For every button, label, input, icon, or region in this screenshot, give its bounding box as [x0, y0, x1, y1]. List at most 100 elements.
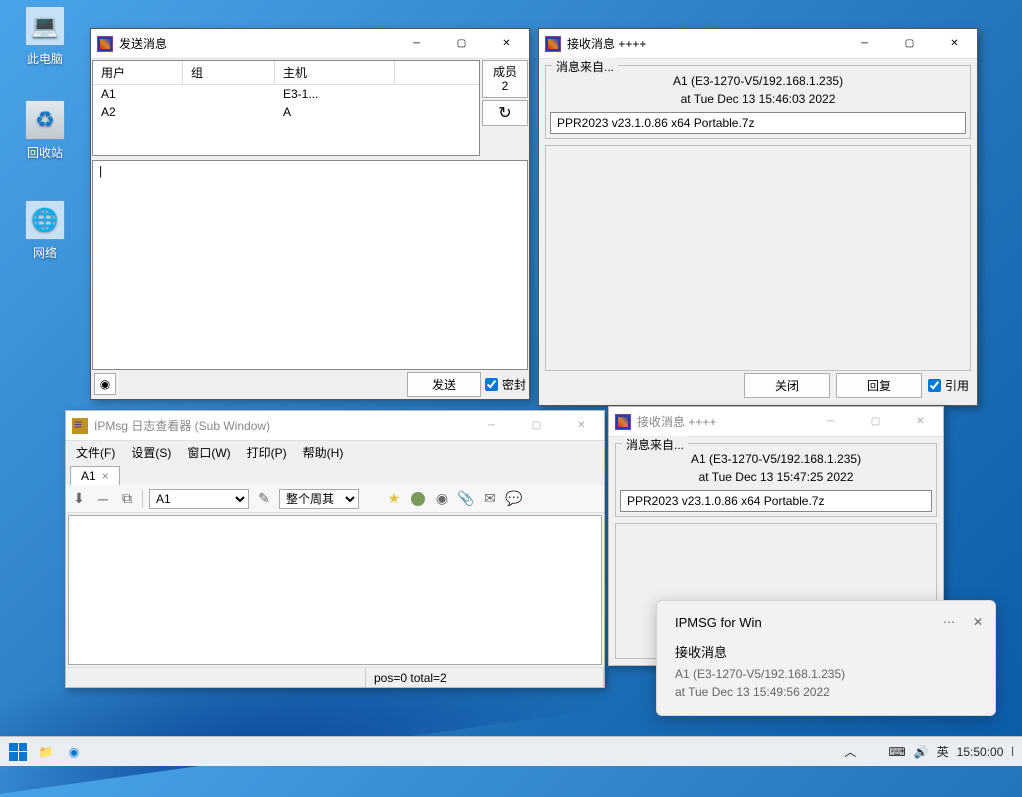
desktop-icon-label: 此电脑: [27, 50, 63, 67]
window-title: IPMsg 日志查看器 (Sub Window): [94, 417, 469, 434]
tray-ime-icon[interactable]: ⌨: [888, 745, 905, 759]
minus-icon[interactable]: ─: [94, 490, 112, 508]
copy-icon[interactable]: ⧉: [118, 490, 136, 508]
refresh-button[interactable]: ↻: [482, 100, 528, 126]
tab-a1[interactable]: A1 ×: [70, 466, 120, 485]
desktop-icon-label: 回收站: [27, 144, 63, 161]
mail-icon[interactable]: ✉: [481, 490, 499, 508]
toolbar: ⬇ ─ ⧉ A1 ✎ 整个周其 ★ ◉ 📎 ✉ 💬: [66, 485, 604, 513]
desktop-icon-label: 网络: [33, 244, 57, 261]
received-message-area[interactable]: [545, 145, 971, 371]
camera-icon[interactable]: ◉: [94, 373, 116, 395]
taskbar: 📁 ◉ ︿ ⌨ 🔊 英 15:50:00 |: [0, 736, 1022, 766]
tray-chevron-icon[interactable]: ︿: [844, 743, 856, 760]
send-button[interactable]: 发送: [407, 372, 481, 397]
toast-close-icon[interactable]: ✕: [973, 615, 983, 629]
log-content-area[interactable]: [68, 515, 602, 665]
receive-message-window: 接收消息 ++++ ─ ▢ ✕ 消息来自... A1 (E3-1270-V5/1…: [538, 28, 978, 406]
from-timestamp: at Tue Dec 13 15:47:25 2022: [620, 468, 932, 486]
close-button[interactable]: ✕: [932, 29, 977, 58]
ipmsg-icon: [97, 36, 113, 52]
desktop-icon-recycle-bin[interactable]: 回收站: [20, 100, 70, 161]
file-explorer-icon[interactable]: 📁: [32, 738, 60, 766]
tray-clock[interactable]: 15:50:00: [957, 745, 1004, 759]
col-host[interactable]: 主机: [275, 61, 395, 84]
camera-icon[interactable]: ◉: [433, 490, 451, 508]
close-msg-button[interactable]: 关闭: [744, 373, 830, 398]
table-row[interactable]: A1 E3-1...: [93, 85, 479, 103]
close-button[interactable]: ✕: [898, 407, 943, 436]
quote-checkbox[interactable]: [928, 379, 941, 392]
col-group[interactable]: 组: [183, 61, 275, 84]
menu-settings[interactable]: 设置(S): [125, 442, 177, 463]
statusbar: pos=0 total=2: [66, 667, 604, 687]
message-from-fieldset: 消息来自... A1 (E3-1270-V5/192.168.1.235) at…: [545, 65, 971, 139]
minimize-button[interactable]: ─: [808, 407, 853, 436]
ipmsg-taskbar-icon[interactable]: [88, 738, 116, 766]
log-icon: [72, 418, 88, 434]
toast-line2: at Tue Dec 13 15:49:56 2022: [675, 683, 977, 701]
seal-label: 密封: [502, 376, 526, 393]
menu-help[interactable]: 帮助(H): [297, 442, 350, 463]
pc-icon: [25, 6, 65, 46]
start-button[interactable]: [4, 738, 32, 766]
filter-green-icon[interactable]: [409, 490, 427, 508]
message-input[interactable]: |: [92, 160, 528, 370]
col-user[interactable]: 用户: [93, 61, 183, 84]
member-count-button[interactable]: 成员 2: [482, 60, 528, 98]
clip-icon[interactable]: 📎: [457, 490, 475, 508]
message-from-fieldset: 消息来自... A1 (E3-1270-V5/192.168.1.235) at…: [615, 443, 937, 517]
status-pos-total: pos=0 total=2: [366, 668, 604, 687]
chat-icon[interactable]: 💬: [505, 490, 523, 508]
minimize-button[interactable]: ─: [842, 29, 887, 58]
star-icon[interactable]: ★: [385, 490, 403, 508]
toast-heading: 接收消息: [675, 642, 977, 661]
tab-label: A1: [81, 469, 96, 483]
close-button[interactable]: ✕: [484, 29, 529, 58]
recycle-icon: [25, 100, 65, 140]
seal-checkbox[interactable]: [485, 378, 498, 391]
minimize-button[interactable]: ─: [469, 411, 514, 440]
notification-toast[interactable]: ⋯ ✕ IPMSG for Win 接收消息 A1 (E3-1270-V5/19…: [656, 600, 996, 716]
titlebar[interactable]: 接收消息 ++++ ─ ▢ ✕: [609, 407, 943, 437]
titlebar[interactable]: 发送消息 ─ ▢ ✕: [91, 29, 529, 59]
user-dropdown[interactable]: A1: [149, 489, 249, 509]
log-viewer-window: IPMsg 日志查看器 (Sub Window) ─ ▢ ✕ 文件(F) 设置(…: [65, 410, 605, 688]
tray-ime-lang[interactable]: 英: [937, 743, 949, 760]
network-icon: [25, 200, 65, 240]
tray-ipmsg-icon[interactable]: [864, 744, 880, 760]
toast-more-icon[interactable]: ⋯: [943, 615, 955, 629]
titlebar[interactable]: IPMsg 日志查看器 (Sub Window) ─ ▢ ✕: [66, 411, 604, 441]
desktop-icon-network[interactable]: 网络: [20, 200, 70, 261]
menu-file[interactable]: 文件(F): [70, 442, 121, 463]
attachment-file[interactable]: PPR2023 v23.1.0.86 x64 Portable.7z: [550, 112, 966, 134]
maximize-button[interactable]: ▢: [853, 407, 898, 436]
attachment-file[interactable]: PPR2023 v23.1.0.86 x64 Portable.7z: [620, 490, 932, 512]
titlebar[interactable]: 接收消息 ++++ ─ ▢ ✕: [539, 29, 977, 59]
reply-button[interactable]: 回复: [836, 373, 922, 398]
desktop-icon-this-pc[interactable]: 此电脑: [20, 6, 70, 67]
edge-icon[interactable]: ◉: [60, 738, 88, 766]
period-dropdown[interactable]: 整个周其: [279, 489, 359, 509]
maximize-button[interactable]: ▢: [887, 29, 932, 58]
download-icon[interactable]: ⬇: [70, 490, 88, 508]
edit-icon[interactable]: ✎: [255, 490, 273, 508]
ipmsg-icon: [615, 414, 631, 430]
tray-sound-icon[interactable]: 🔊: [914, 745, 929, 759]
ipmsg-icon: [545, 36, 561, 52]
log-viewer-taskbar-icon[interactable]: [116, 738, 144, 766]
menu-window[interactable]: 窗口(W): [181, 442, 236, 463]
toast-line1: A1 (E3-1270-V5/192.168.1.235): [675, 665, 977, 683]
minimize-button[interactable]: ─: [394, 29, 439, 58]
menu-print[interactable]: 打印(P): [241, 442, 293, 463]
tray-notifications-icon[interactable]: |: [1011, 746, 1014, 757]
maximize-button[interactable]: ▢: [514, 411, 559, 440]
window-title: 接收消息 ++++: [637, 413, 808, 430]
close-button[interactable]: ✕: [559, 411, 604, 440]
table-row[interactable]: A2 A: [93, 103, 479, 121]
maximize-button[interactable]: ▢: [439, 29, 484, 58]
tab-close-icon[interactable]: ×: [102, 469, 109, 483]
user-list-table[interactable]: 用户 组 主机 A1 E3-1... A2 A: [92, 60, 480, 156]
window-title: 发送消息: [119, 35, 394, 52]
quote-label: 引用: [945, 377, 969, 394]
